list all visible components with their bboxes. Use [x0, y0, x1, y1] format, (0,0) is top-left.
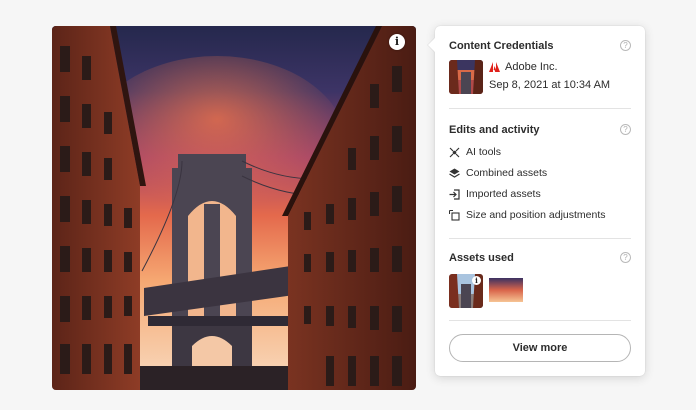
- credentials-row: Adobe Inc. Sep 8, 2021 at 10:34 AM: [449, 60, 631, 94]
- adobe-logo-icon: [489, 62, 500, 72]
- assets-title: Assets used: [449, 252, 514, 264]
- activity-label: Imported assets: [466, 188, 541, 200]
- photo-artwork: [52, 26, 416, 390]
- help-icon[interactable]: ?: [620, 252, 631, 263]
- activity-item: Imported assets: [449, 188, 541, 200]
- activity-item: AI tools: [449, 146, 501, 158]
- layers-icon: [449, 168, 460, 178]
- activity-label: Combined assets: [466, 167, 548, 179]
- activity-label: AI tools: [466, 146, 502, 158]
- asset-thumbnail-sky[interactable]: [489, 274, 523, 308]
- credential-thumbnail: [449, 60, 483, 94]
- photo-info-button[interactable]: i: [389, 34, 405, 50]
- asset-thumbnail-bridge[interactable]: i: [449, 274, 483, 308]
- issuer: Adobe Inc.: [489, 61, 558, 73]
- signed-date: Sep 8, 2021 at 10:34 AM: [489, 79, 611, 91]
- divider: [449, 108, 631, 109]
- divider: [449, 320, 631, 321]
- main-photo: i: [52, 26, 416, 390]
- activity-item: Size and position adjustments: [449, 209, 606, 221]
- edits-title: Edits and activity: [449, 124, 540, 136]
- help-icon[interactable]: ?: [620, 40, 631, 51]
- credentials-section: Content Credentials ? Adobe Inc. Sep 8, …: [449, 40, 631, 100]
- activity-item: Combined assets: [449, 167, 547, 179]
- credentials-title: Content Credentials: [449, 40, 554, 52]
- stage: i Content Credentials ? Adobe Inc. Sep 8…: [0, 0, 696, 410]
- help-icon[interactable]: ?: [620, 124, 631, 135]
- view-more-button[interactable]: View more: [449, 334, 631, 362]
- activity-label: Size and position adjustments: [466, 209, 606, 221]
- assets-section: Assets used ? i: [449, 252, 631, 314]
- asset-info-icon[interactable]: i: [472, 276, 481, 285]
- content-credentials-panel: Content Credentials ? Adobe Inc. Sep 8, …: [435, 26, 645, 376]
- divider: [449, 238, 631, 239]
- ai-tools-icon: [449, 147, 460, 157]
- import-icon: [449, 188, 460, 200]
- issuer-name: Adobe Inc.: [505, 61, 558, 73]
- edits-section: Edits and activity ? AI tools Combined a…: [449, 124, 631, 234]
- transform-icon: [449, 209, 460, 221]
